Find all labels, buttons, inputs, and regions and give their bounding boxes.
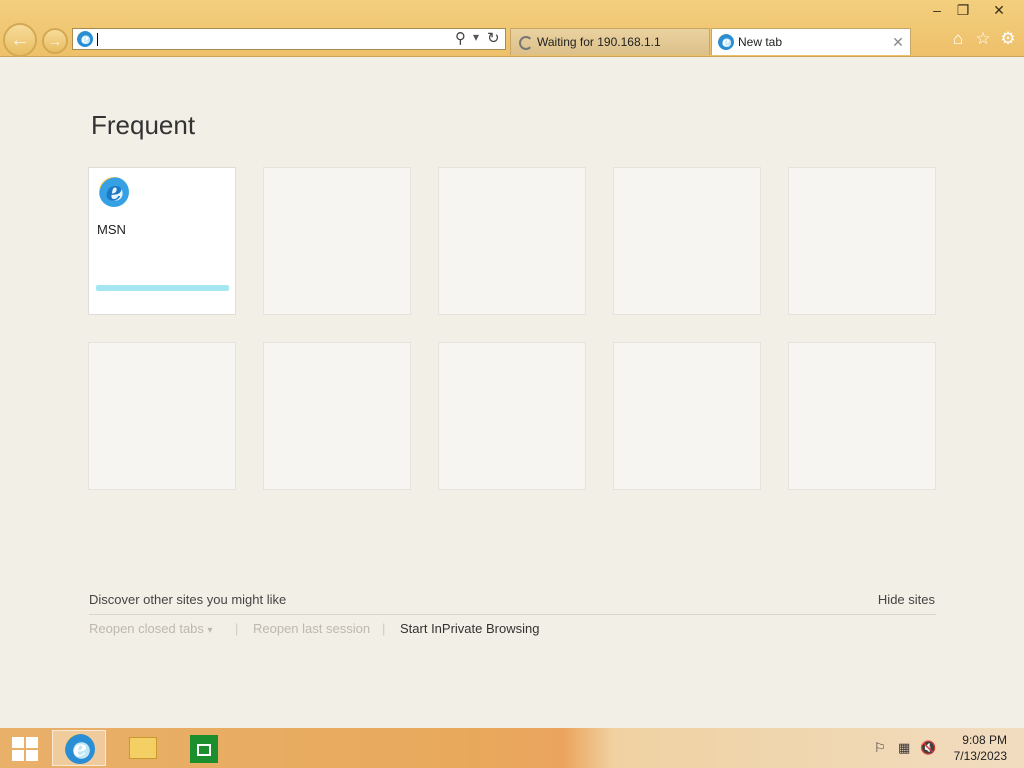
chevron-down-icon: ▾ — [207, 625, 213, 636]
taskbar-store[interactable] — [178, 730, 232, 766]
reopen-last-session-link[interactable]: Reopen last session — [253, 621, 370, 636]
site-tile-empty — [438, 342, 586, 490]
refresh-icon[interactable]: ↻ — [487, 29, 500, 47]
volume-muted-icon[interactable]: 🔇 — [920, 740, 936, 756]
store-icon — [190, 735, 218, 763]
site-tile-empty — [613, 167, 761, 315]
frequent-heading: Frequent — [91, 110, 196, 140]
back-button[interactable]: ← — [3, 23, 37, 57]
start-button[interactable] — [12, 737, 38, 761]
ie-icon: e — [718, 34, 734, 50]
visit-frequency-bar — [96, 285, 229, 291]
ie-icon: e — [77, 31, 93, 47]
clock[interactable]: 9:08 PM 7/13/2023 — [954, 732, 1007, 764]
site-tile-msn[interactable]: e MSN — [88, 167, 236, 315]
discover-sites-link[interactable]: Discover other sites you might like — [89, 592, 286, 607]
tab-label: New tab — [738, 35, 783, 49]
action-center-flag-icon[interactable]: ⚐ — [874, 740, 886, 756]
site-tile-empty — [263, 167, 411, 315]
back-arrow-icon: ← — [10, 29, 30, 51]
address-bar[interactable]: e ⚲ ▾ ↻ — [72, 28, 506, 50]
taskbar: e ⚐ ▦ 🔇 9:08 PM 7/13/2023 — [0, 728, 1024, 768]
chevron-down-icon[interactable]: ▾ — [473, 30, 479, 44]
folder-icon — [129, 737, 157, 759]
tools-gear-icon[interactable]: ⚙ — [997, 28, 1019, 50]
separator: | — [235, 621, 239, 636]
site-tile-empty — [788, 342, 936, 490]
start-inprivate-link[interactable]: Start InPrivate Browsing — [400, 621, 539, 636]
ie-icon: e — [65, 734, 95, 764]
tab-new-tab[interactable]: e New tab ✕ — [711, 28, 911, 55]
close-window-button[interactable]: ✕ — [984, 0, 1014, 22]
clock-date: 7/13/2023 — [953, 749, 1007, 763]
home-icon[interactable]: ⌂ — [947, 28, 969, 50]
network-icon[interactable]: ▦ — [898, 740, 910, 756]
search-icon[interactable]: ⚲ — [455, 29, 466, 47]
address-input[interactable] — [99, 30, 439, 48]
tab-label: Waiting for 190.168.1.1 — [537, 35, 661, 49]
windows-logo-icon — [12, 750, 24, 761]
close-tab-icon[interactable]: ✕ — [890, 29, 906, 55]
site-tile-empty — [788, 167, 936, 315]
windows-logo-icon — [12, 737, 24, 748]
browser-frame: – ❐ ✕ ← → e ⚲ ▾ ↻ Waiting for 190.168.1.… — [0, 0, 1024, 57]
forward-arrow-icon: → — [48, 33, 62, 49]
site-tile-empty — [613, 342, 761, 490]
separator: | — [382, 621, 386, 636]
ie-icon: e — [99, 177, 129, 207]
site-tile-empty — [263, 342, 411, 490]
tab-waiting[interactable]: Waiting for 190.168.1.1 — [510, 28, 710, 55]
taskbar-file-explorer[interactable] — [115, 730, 169, 766]
site-tile-empty — [88, 342, 236, 490]
forward-button[interactable]: → — [42, 28, 68, 54]
favorites-star-icon[interactable]: ☆ — [972, 28, 994, 50]
windows-logo-icon — [26, 737, 38, 748]
hide-sites-link[interactable]: Hide sites — [878, 592, 935, 607]
loading-spinner-icon — [519, 36, 533, 50]
clock-time: 9:08 PM — [962, 733, 1007, 747]
divider — [89, 614, 936, 615]
taskbar-internet-explorer[interactable]: e — [52, 730, 106, 766]
reopen-closed-tabs-label: Reopen closed tabs — [89, 621, 204, 636]
restore-button[interactable]: ❐ — [948, 0, 978, 22]
text-cursor — [97, 33, 98, 46]
site-tile-label: MSN — [97, 222, 126, 237]
reopen-closed-tabs-link[interactable]: Reopen closed tabs ▾ — [89, 621, 213, 636]
windows-logo-icon — [26, 750, 38, 761]
site-tile-empty — [438, 167, 586, 315]
